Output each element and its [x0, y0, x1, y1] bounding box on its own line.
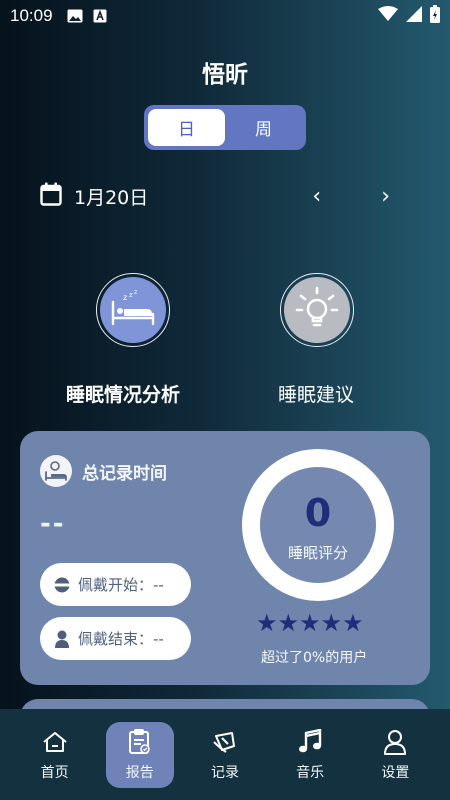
svg-text:z: z [123, 293, 127, 302]
battery-icon [430, 4, 440, 28]
person-icon [52, 629, 72, 649]
exceed-users-text: 超过了0%的用户 [261, 650, 368, 666]
status-bar: 10:09 [0, 0, 450, 32]
sleep-bed-icon: z z z [109, 288, 157, 332]
tab-home[interactable]: 首页 [21, 722, 89, 788]
page-title: 悟昕 [202, 62, 248, 88]
image-icon [67, 9, 83, 23]
status-time: 10:09 [10, 6, 53, 25]
music-icon [298, 728, 322, 756]
bottom-tab-bar: 首页 报告 记录 音乐 设置 [0, 709, 450, 800]
tab-report[interactable]: 报告 [105, 721, 174, 788]
wear-start-text: 佩戴开始：-- [78, 576, 164, 594]
sleep-mask-icon [52, 575, 72, 595]
tab-music-label: 音乐 [296, 764, 325, 781]
home-icon [42, 728, 68, 756]
tab-music[interactable]: 音乐 [276, 722, 344, 788]
svg-text:z: z [129, 291, 133, 299]
wear-end-text: 佩戴结束：-- [78, 630, 164, 648]
total-record-value: -- [40, 509, 66, 539]
signal-icon [406, 5, 422, 27]
settings-icon [383, 728, 407, 756]
sleep-analysis-button[interactable]: z z z [96, 273, 170, 347]
star-rating: ★★★★★ [256, 609, 364, 637]
next-day-button[interactable]: › [381, 184, 390, 209]
calendar-icon[interactable] [40, 182, 62, 210]
sleep-score-label: 睡眠评分 [287, 543, 348, 562]
lightbulb-icon [295, 286, 339, 334]
tab-settings-label: 设置 [381, 764, 410, 781]
tab-day[interactable]: 日 [148, 109, 225, 146]
svg-text:z: z [134, 289, 137, 296]
tab-record[interactable]: 记录 [191, 722, 259, 788]
wear-start-pill: 佩戴开始：-- [40, 563, 191, 606]
date-label: 1月20日 [74, 186, 149, 209]
sleep-analysis-label[interactable]: 睡眠情况分析 [66, 380, 180, 407]
tab-home-label: 首页 [40, 764, 69, 781]
sleep-advice-label[interactable]: 睡眠建议 [278, 380, 354, 407]
report-icon [128, 728, 152, 756]
total-record-title: 总记录时间 [82, 463, 167, 484]
tab-week[interactable]: 周 [225, 109, 302, 146]
date-row: 1月20日 ‹ › [40, 180, 400, 212]
prev-day-button[interactable]: ‹ [312, 184, 321, 209]
wifi-icon [378, 5, 398, 27]
sleep-score-value: 0 [304, 490, 332, 535]
tab-report-label: 报告 [125, 764, 154, 781]
wear-end-pill: 佩戴结束：-- [40, 617, 191, 660]
record-icon [212, 728, 238, 756]
sleep-summary-card: 总记录时间 -- 佩戴开始：-- 佩戴结束：-- 0 睡眠评分 ★★★★★ 超过… [20, 431, 430, 685]
text-a-icon [93, 9, 107, 23]
tab-record-label: 记录 [210, 764, 239, 781]
tab-settings[interactable]: 设置 [361, 722, 429, 788]
sleep-score-ring: 0 睡眠评分 [242, 449, 394, 601]
card-header: 总记录时间 [40, 455, 167, 487]
sleep-advice-button[interactable] [280, 273, 354, 347]
day-week-toggle: 日 周 [144, 105, 306, 150]
sleeping-person-icon [40, 455, 72, 487]
